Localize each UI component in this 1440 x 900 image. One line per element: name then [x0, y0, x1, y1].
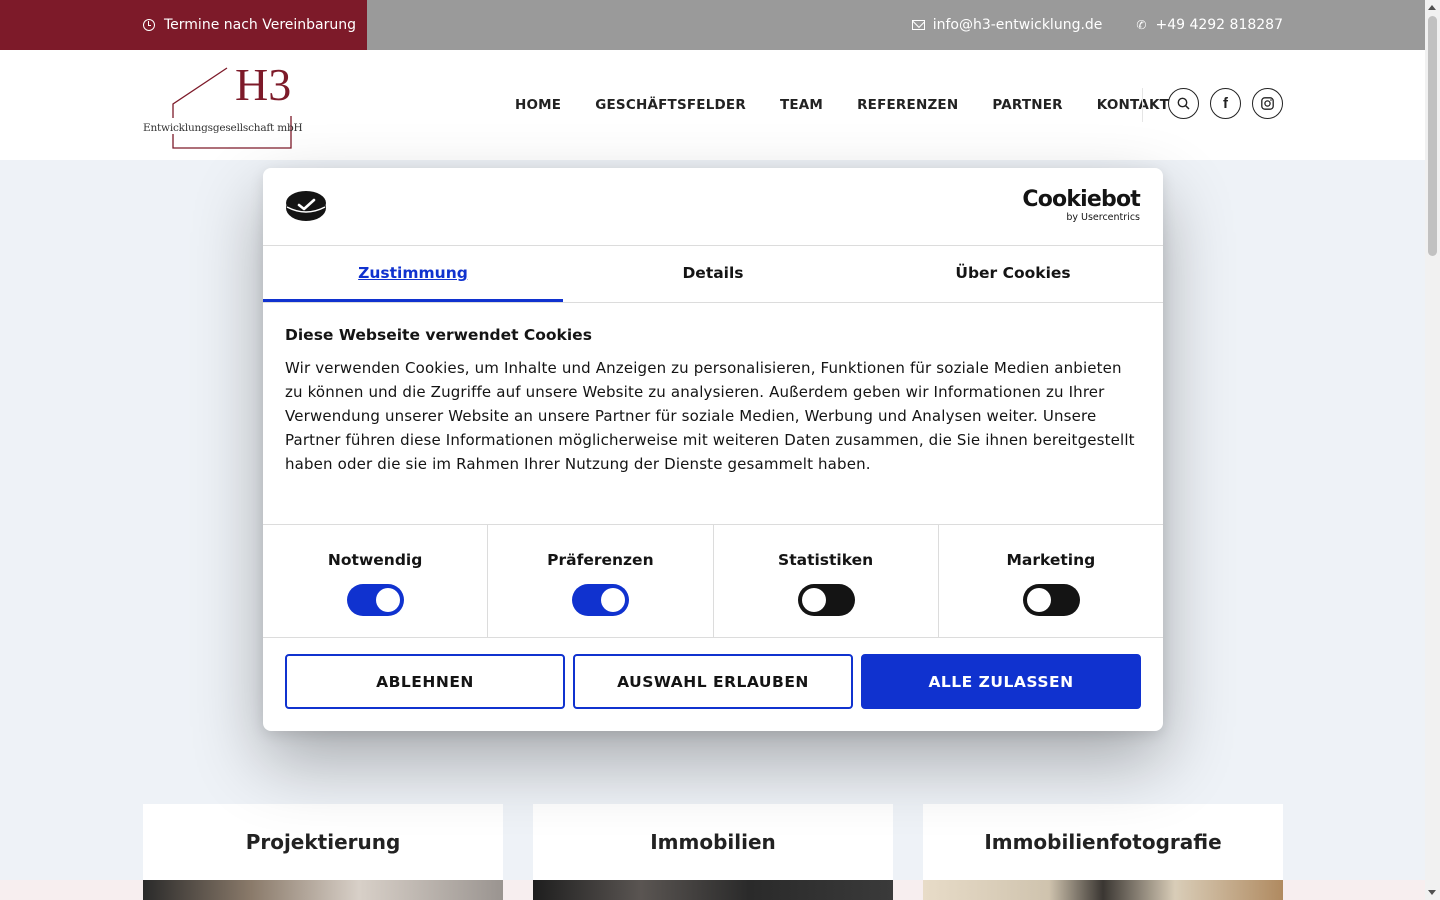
toggle-praeferenzen[interactable]: [572, 584, 630, 616]
nav-referenzen[interactable]: REFERENZEN: [857, 97, 958, 113]
dialog-tabs: Zustimmung Details Über Cookies: [263, 246, 1163, 303]
category-marketing: Marketing: [939, 525, 1163, 637]
scroll-up-arrow-icon[interactable]: [1428, 5, 1436, 10]
card-image: [923, 880, 1283, 900]
top-bar: Termine nach Vereinbarung info@h3-entwic…: [0, 0, 1425, 50]
page-scrollbar[interactable]: [1425, 0, 1440, 900]
site-header: H3 Entwicklungsgesellschaft mbH HOME GES…: [0, 50, 1425, 160]
email-link[interactable]: info@h3-entwicklung.de: [911, 17, 1103, 33]
consent-categories: Notwendig Präferenzen Statistiken Market…: [263, 524, 1163, 638]
service-card-immobilienfotografie[interactable]: Immobilienfotografie: [923, 804, 1283, 900]
dialog-description: Wir verwenden Cookies, um Inhalte und An…: [285, 359, 1135, 473]
main-nav: HOME GESCHÄFTSFELDER TEAM REFERENZEN PAR…: [515, 50, 1203, 160]
logo-mark: H3: [235, 59, 292, 110]
category-label: Marketing: [1006, 551, 1096, 569]
card-title: Immobilien: [650, 830, 776, 854]
category-label: Statistiken: [778, 551, 874, 569]
instagram-button[interactable]: [1252, 88, 1283, 119]
phone-icon: ✆: [1136, 18, 1147, 32]
category-label: Notwendig: [327, 551, 423, 569]
nav-divider: [1142, 88, 1143, 122]
category-praeferenzen: Präferenzen: [488, 525, 714, 637]
scroll-down-arrow-icon[interactable]: [1428, 890, 1436, 895]
phone-text: +49 4292 818287: [1155, 17, 1283, 33]
cookiebot-logo-icon: [286, 191, 326, 221]
service-card-projektierung[interactable]: Projektierung: [143, 804, 503, 900]
toggle-notwendig[interactable]: [347, 584, 405, 616]
nav-team[interactable]: TEAM: [780, 97, 823, 113]
card-image: [533, 880, 893, 900]
cookiebot-wordmark: Cookiebot: [1022, 187, 1140, 212]
search-icon: [1177, 97, 1190, 110]
dialog-body: Diese Webseite verwendet Cookies Wir ver…: [285, 326, 1143, 476]
clock-icon: [143, 19, 155, 31]
search-button[interactable]: [1168, 88, 1199, 119]
tab-ueber-cookies[interactable]: Über Cookies: [863, 246, 1163, 302]
nav-partner[interactable]: PARTNER: [992, 97, 1062, 113]
reject-button[interactable]: ABLEHNEN: [285, 654, 565, 709]
facebook-button[interactable]: f: [1210, 88, 1241, 119]
opening-hours-text: Termine nach Vereinbarung: [164, 17, 357, 33]
category-statistiken: Statistiken: [714, 525, 939, 637]
email-text: info@h3-entwicklung.de: [932, 17, 1103, 33]
tab-details[interactable]: Details: [563, 246, 863, 302]
nav-home[interactable]: HOME: [515, 97, 561, 113]
nav-geschaeftsfelder[interactable]: GESCHÄFTSFELDER: [595, 97, 746, 113]
cookiebot-brand: Cookiebot by Usercentrics: [1022, 187, 1140, 224]
facebook-icon: f: [1223, 95, 1228, 112]
nav-kontakt[interactable]: KONTAKT: [1097, 97, 1169, 113]
dialog-header: Cookiebot by Usercentrics: [263, 168, 1163, 246]
card-title: Immobilienfotografie: [984, 830, 1222, 854]
allow-all-button[interactable]: ALLE ZULASSEN: [861, 654, 1141, 709]
logo-subtitle: Entwicklungsgesellschaft mbH: [143, 122, 303, 134]
phone-link[interactable]: ✆ +49 4292 818287: [1136, 17, 1283, 33]
envelope-icon: [911, 20, 925, 30]
instagram-icon: [1261, 97, 1274, 110]
toggle-marketing[interactable]: [1022, 584, 1080, 616]
category-label: Präferenzen: [547, 551, 654, 569]
toggle-statistiken[interactable]: [797, 584, 855, 616]
service-card-immobilien[interactable]: Immobilien: [533, 804, 893, 900]
opening-hours: Termine nach Vereinbarung: [0, 0, 367, 50]
site-logo[interactable]: H3 Entwicklungsgesellschaft mbH: [143, 59, 303, 150]
contact-info: info@h3-entwicklung.de ✆ +49 4292 818287: [878, 0, 1283, 50]
tab-zustimmung[interactable]: Zustimmung: [263, 246, 563, 302]
cookie-consent-dialog: Cookiebot by Usercentrics Zustimmung Det…: [263, 168, 1163, 731]
card-title: Projektierung: [245, 830, 401, 854]
dialog-actions: ABLEHNEN AUSWAHL ERLAUBEN ALLE ZULASSEN: [285, 654, 1141, 709]
allow-selection-button[interactable]: AUSWAHL ERLAUBEN: [573, 654, 853, 709]
card-image: [143, 880, 503, 900]
category-notwendig: Notwendig: [263, 525, 489, 637]
cookiebot-byline: by Usercentrics: [1066, 212, 1140, 223]
scroll-thumb[interactable]: [1428, 16, 1437, 256]
dialog-title: Diese Webseite verwendet Cookies: [285, 326, 592, 344]
